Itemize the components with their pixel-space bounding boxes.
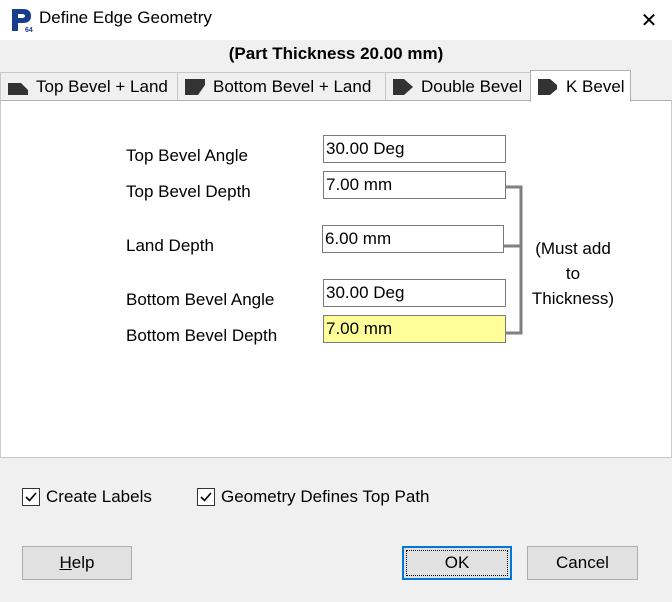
part-thickness-heading: (Part Thickness 20.00 mm) xyxy=(228,44,444,63)
cancel-label: Cancel xyxy=(556,553,609,572)
geometry-defines-top-path-label: Geometry Defines Top Path xyxy=(221,487,430,506)
checkbox-box[interactable] xyxy=(197,488,215,506)
tab-label: K Bevel xyxy=(566,76,625,96)
tab-label: Bottom Bevel + Land xyxy=(213,77,372,96)
k-bevel-icon xyxy=(538,78,557,95)
tab-double-bevel[interactable]: Double Bevel xyxy=(385,72,531,101)
checkmark-icon xyxy=(25,492,37,502)
window-title: Define Edge Geometry xyxy=(39,8,212,27)
help-button[interactable]: Help xyxy=(22,546,132,580)
note-line: (Must add xyxy=(535,239,611,258)
ok-label: OK xyxy=(444,553,470,572)
tab-label: Double Bevel xyxy=(421,77,523,96)
tab-k-bevel[interactable]: K Bevel xyxy=(530,70,631,102)
create-labels-label: Create Labels xyxy=(46,487,152,506)
bottom-bevel-land-icon xyxy=(185,79,205,95)
tab-bottom-bevel-land[interactable]: Bottom Bevel + Land xyxy=(177,72,386,101)
title-bar: 64 Define Edge Geometry ✕ xyxy=(0,0,672,40)
create-labels-checkbox[interactable]: Create Labels xyxy=(22,487,152,507)
tab-label: Top Bevel + Land xyxy=(36,77,168,96)
close-button[interactable]: ✕ xyxy=(626,0,672,40)
ok-button[interactable]: OK xyxy=(402,546,512,580)
double-bevel-icon xyxy=(393,79,413,95)
p64-app-icon: 64 xyxy=(12,9,33,33)
tab-top-bevel-land[interactable]: Top Bevel + Land xyxy=(0,72,178,101)
cancel-button[interactable]: Cancel xyxy=(527,546,638,580)
tab-strip: Top Bevel + Land Bottom Bevel + Land Dou… xyxy=(0,70,672,102)
note-line: to xyxy=(565,264,581,283)
geometry-defines-top-path-checkbox[interactable]: Geometry Defines Top Path xyxy=(197,487,430,507)
close-icon: ✕ xyxy=(640,9,658,32)
help-label-rest: elp xyxy=(71,553,95,572)
top-bevel-land-icon xyxy=(8,83,28,95)
help-mnemonic: H xyxy=(59,553,72,572)
svg-text:64: 64 xyxy=(25,27,33,33)
note-line: Thickness) xyxy=(531,289,615,308)
thickness-note: (Must add to Thickness) xyxy=(528,236,618,311)
checkmark-icon xyxy=(200,492,212,502)
checkbox-box[interactable] xyxy=(22,488,40,506)
